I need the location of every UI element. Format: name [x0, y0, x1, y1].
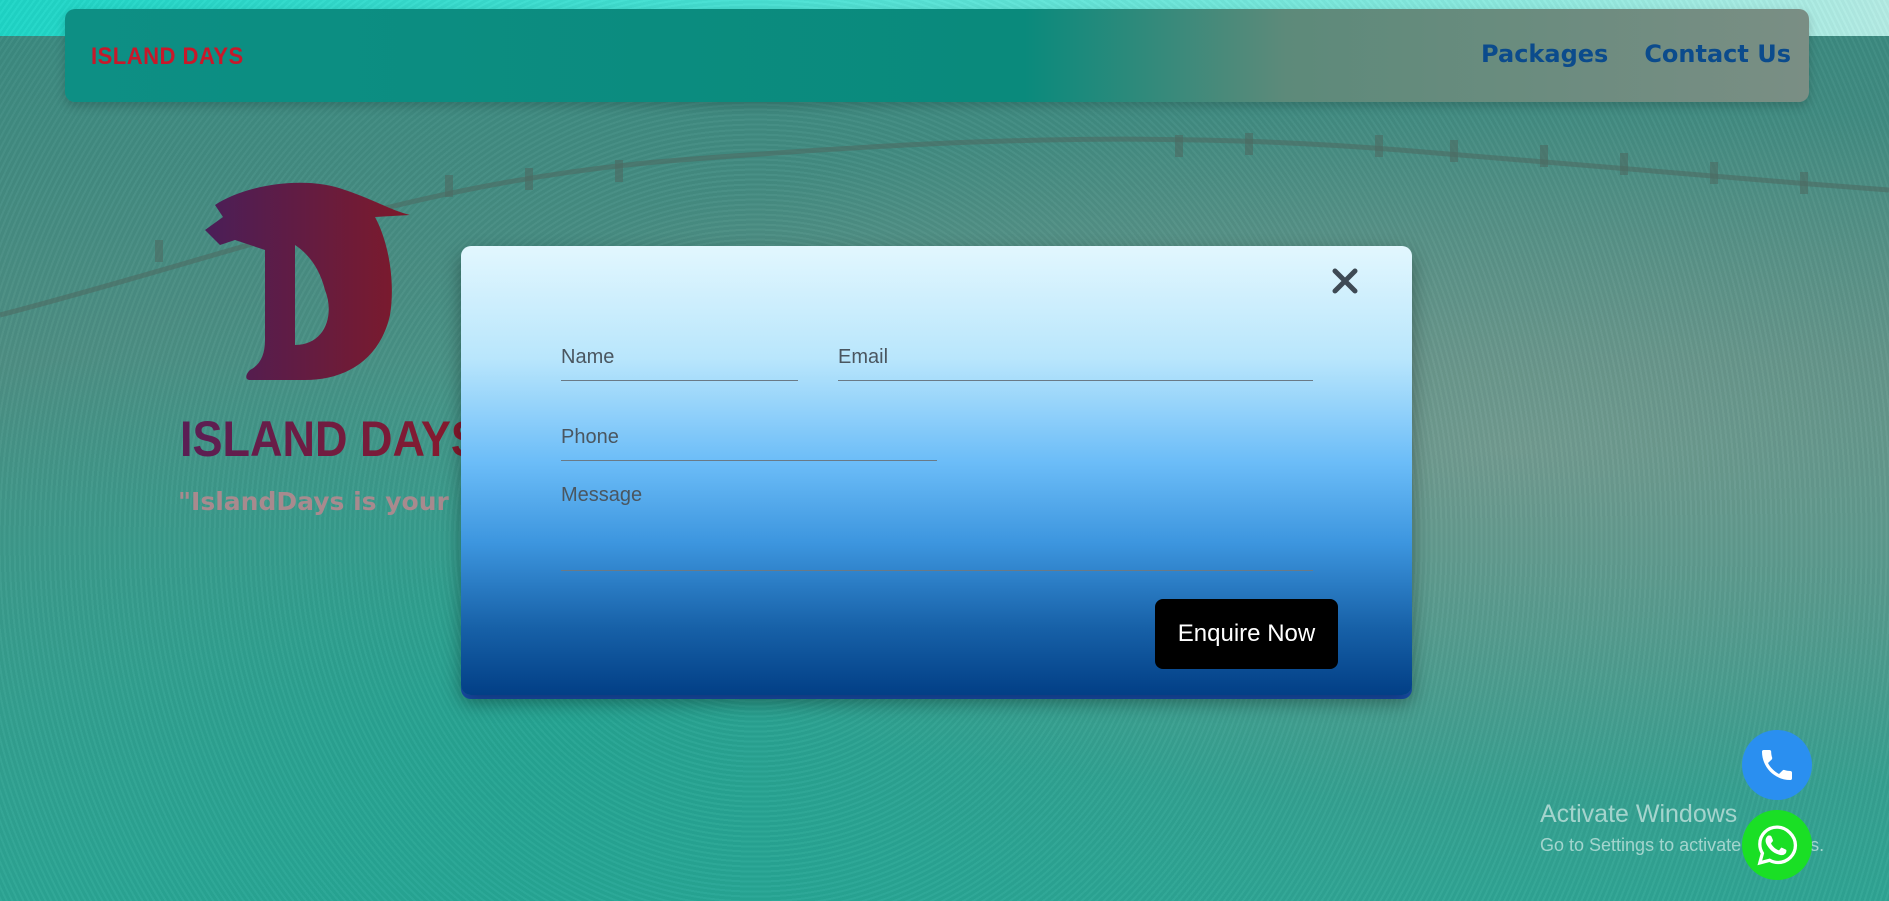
enquire-now-button[interactable]: Enquire Now — [1155, 599, 1338, 669]
phone-icon — [1762, 750, 1792, 780]
email-input[interactable] — [838, 342, 1313, 381]
nav-link-contact-us[interactable]: Contact Us — [1644, 40, 1791, 68]
nav-link-packages[interactable]: Packages — [1481, 40, 1608, 68]
phone-call-button[interactable] — [1742, 730, 1812, 800]
close-button[interactable] — [1328, 264, 1362, 298]
whatsapp-button[interactable] — [1742, 810, 1812, 880]
nav-links: Packages Contact Us — [1481, 40, 1791, 68]
message-input[interactable] — [561, 482, 1313, 571]
name-input[interactable] — [561, 342, 798, 381]
navbar-brand-logo[interactable]: ISLAND DAYS — [91, 43, 244, 71]
navbar: ISLAND DAYS Packages Contact Us — [65, 9, 1809, 102]
phone-input[interactable] — [561, 422, 937, 461]
hero-tagline: "IslandDays is your — [178, 487, 449, 516]
enquiry-modal: Enquire Now — [461, 246, 1412, 695]
close-icon — [1332, 268, 1358, 294]
whatsapp-icon — [1757, 825, 1798, 866]
dolphin-logo-icon — [205, 182, 410, 380]
hero-title: ISLAND DAYS — [180, 411, 481, 467]
